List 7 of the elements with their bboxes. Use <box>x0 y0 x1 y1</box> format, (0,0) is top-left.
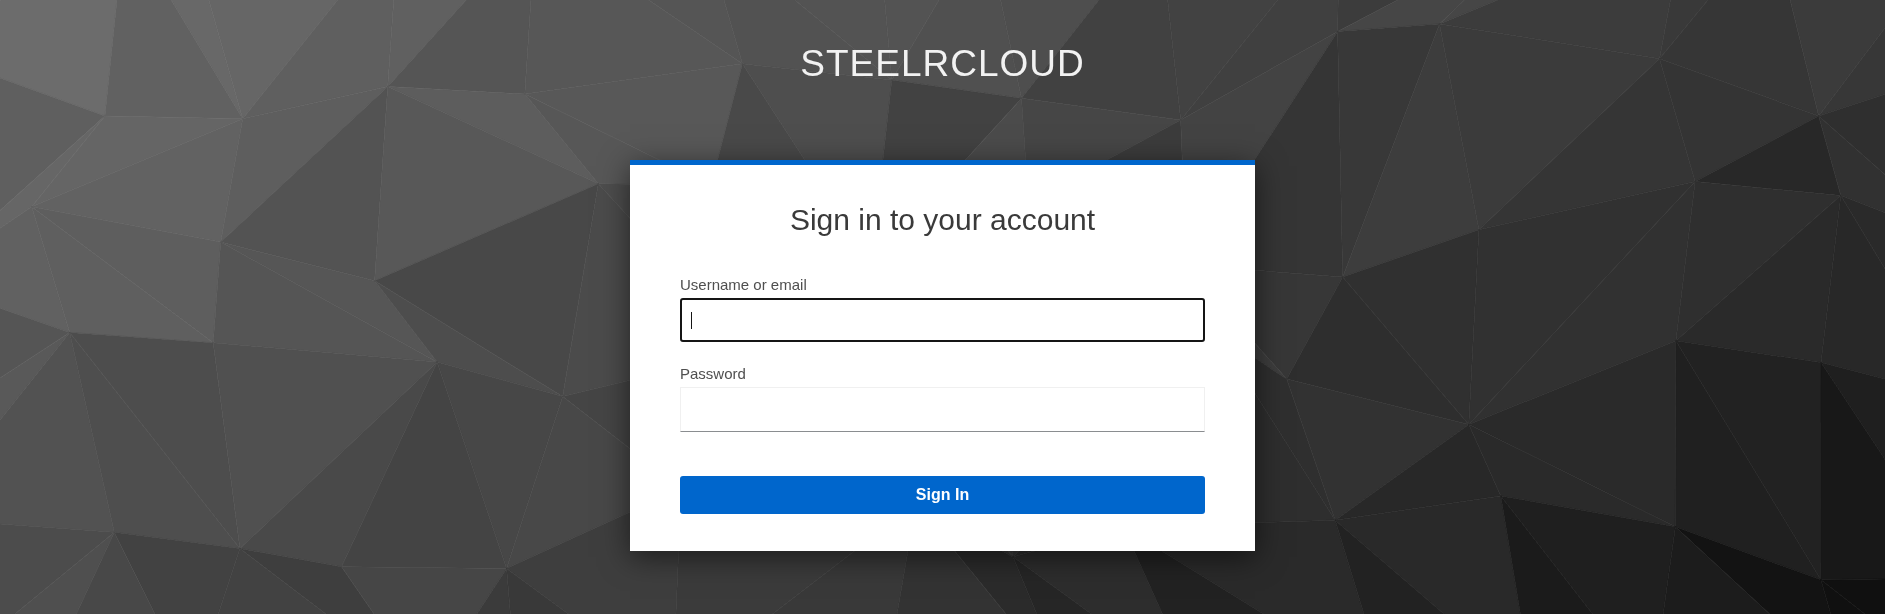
field-label: Password <box>680 364 746 384</box>
card-heading: Sign in to your account <box>789 202 1096 238</box>
sign-in-button[interactable]: Sign In <box>680 476 1205 514</box>
text-cursor-icon <box>691 312 692 329</box>
field-label: Username or email <box>680 275 807 295</box>
brand-title: STEELRCLOUD <box>800 45 1085 82</box>
input-field[interactable] <box>680 298 1205 342</box>
